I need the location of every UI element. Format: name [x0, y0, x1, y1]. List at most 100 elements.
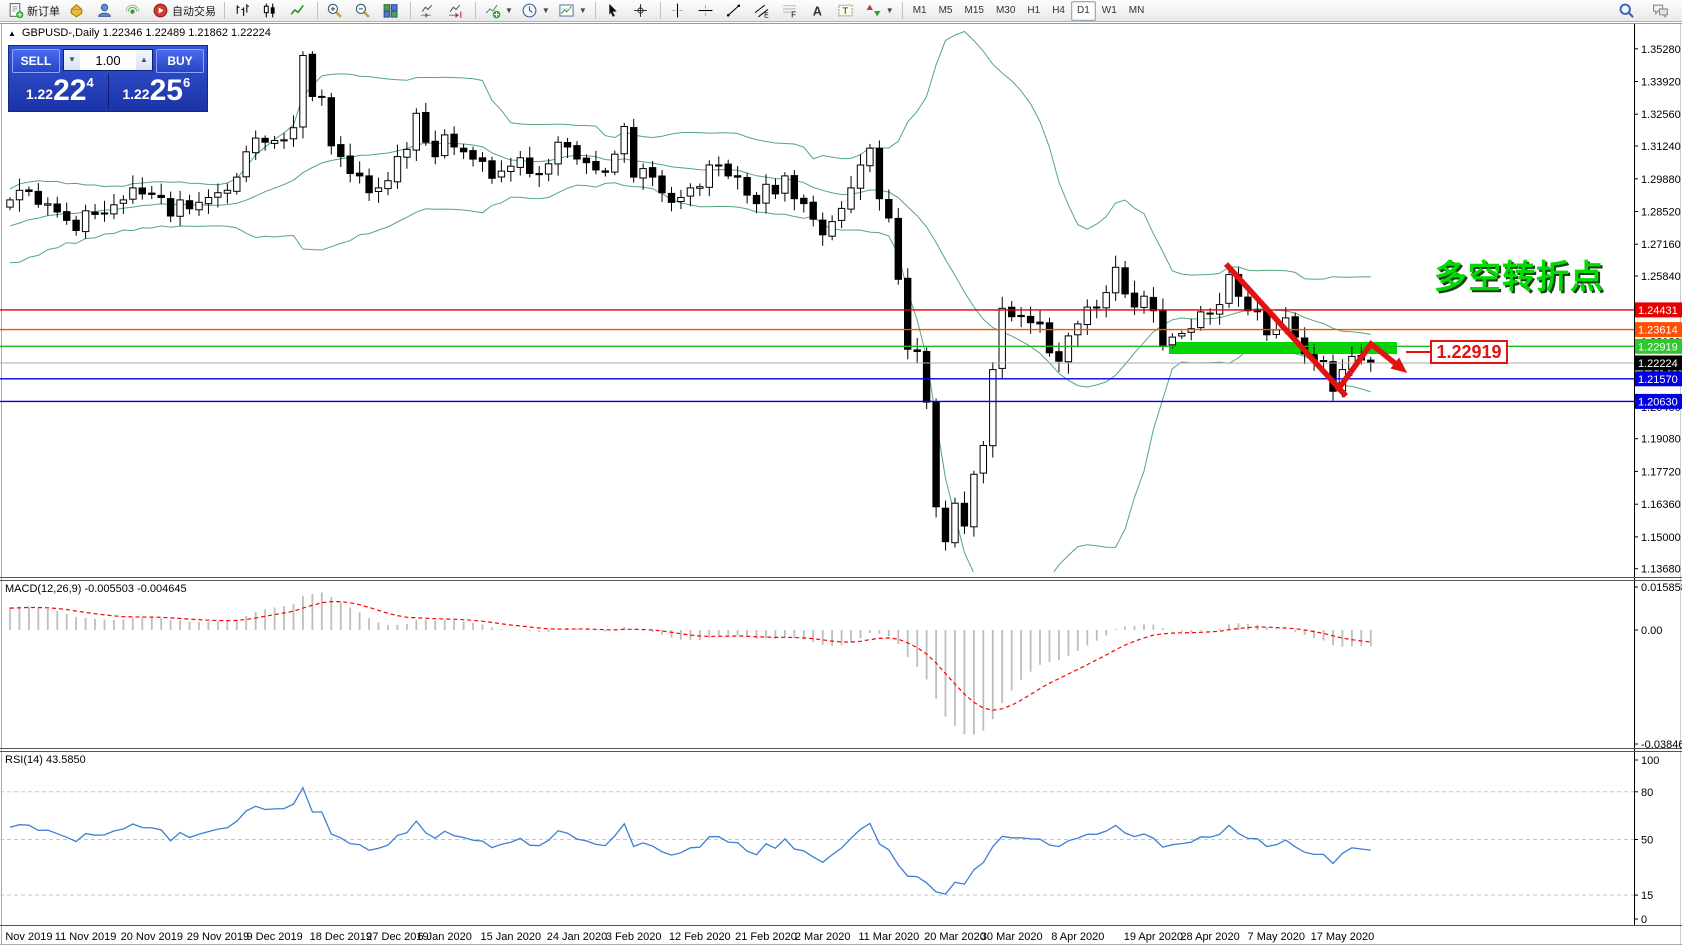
timeframe-d1-button[interactable]: D1 — [1071, 0, 1096, 21]
indicators-add-button[interactable]: ▼ — [480, 0, 517, 22]
deposit-button[interactable] — [64, 0, 92, 22]
search-button[interactable] — [1614, 0, 1642, 22]
one-click-trading-panel: SELL ▼ ▲ BUY 1.22 22 4 1.22 25 6 — [8, 45, 208, 112]
signal-icon — [124, 2, 141, 19]
symbol-collapse-icon[interactable]: ▲ — [8, 29, 16, 38]
svg-text:1.27160: 1.27160 — [1641, 239, 1681, 251]
toolbar-separator — [659, 2, 661, 19]
price-chart-svg[interactable]: 1.35280 1.33920 1.32560 1.31240 1.29880 1.285… — [0, 0, 1682, 945]
svg-text:Nov 2019: Nov 2019 — [5, 931, 52, 943]
svg-text:1.20630: 1.20630 — [1638, 396, 1678, 408]
svg-text:30 Mar 2020: 30 Mar 2020 — [981, 931, 1043, 943]
chat-icon — [1652, 2, 1669, 19]
horizontal-line-icon — [697, 2, 714, 19]
tile-windows-button[interactable] — [378, 0, 406, 22]
cursor-button[interactable] — [600, 0, 628, 22]
new-order-label: 新订单 — [27, 5, 60, 18]
chart-ohlc-header: ▲ GBPUSD-,Daily 1.22346 1.22489 1.21862 … — [8, 27, 271, 39]
svg-text:1.21570: 1.21570 — [1638, 374, 1678, 386]
main-toolbar: 新订单 自动交易 ▼ ▼ ▼ E F A T ▼ M1 M5 M15 M30 H1 H4 D1 W1 MN — [0, 0, 1682, 22]
volume-decrease-button[interactable]: ▼ — [64, 50, 80, 70]
deposit-icon — [68, 2, 85, 19]
timeframe-m15-button[interactable]: M15 — [959, 1, 990, 21]
periods-button[interactable]: ▼ — [517, 0, 554, 22]
svg-text:1.31240: 1.31240 — [1641, 141, 1681, 153]
chart-candles-button[interactable] — [257, 0, 285, 22]
crosshair-icon — [632, 2, 649, 19]
auto-scroll-button[interactable] — [415, 0, 443, 22]
tile-windows-icon — [382, 2, 399, 19]
sell-price-small: 1.22 — [25, 86, 54, 102]
zoom-in-icon — [326, 2, 343, 19]
new-order-button[interactable]: 新订单 — [3, 0, 64, 22]
sell-price-big: 22 — [53, 74, 87, 107]
chevron-down-icon[interactable]: ▼ — [579, 6, 587, 15]
volume-control: ▼ ▲ — [63, 49, 153, 71]
svg-text:1.22224: 1.22224 — [1638, 358, 1678, 370]
auto-scroll-icon — [419, 2, 436, 19]
periods-icon — [521, 2, 538, 19]
new-order-icon — [7, 2, 24, 19]
volume-input[interactable] — [80, 50, 136, 70]
svg-text:1.35280: 1.35280 — [1641, 44, 1681, 56]
svg-text:E: E — [764, 12, 769, 19]
toolbar-separator — [901, 2, 903, 19]
autotrade-button[interactable]: 自动交易 — [148, 0, 220, 22]
cursor-icon — [604, 2, 621, 19]
text-label-button[interactable]: T — [833, 0, 861, 22]
toolbar-separator — [224, 2, 225, 19]
svg-text:21 Feb 2020: 21 Feb 2020 — [735, 931, 797, 943]
svg-text:1.15000: 1.15000 — [1641, 532, 1681, 544]
chat-button[interactable] — [1648, 0, 1676, 22]
volume-increase-button[interactable]: ▲ — [136, 50, 152, 70]
timeframe-mn-button[interactable]: MN — [1123, 1, 1151, 21]
timeframe-m30-button[interactable]: M30 — [990, 1, 1021, 21]
chevron-down-icon[interactable]: ▼ — [542, 6, 550, 15]
svg-text:1.33920: 1.33920 — [1641, 77, 1681, 89]
chevron-down-icon[interactable]: ▼ — [505, 6, 513, 15]
price-callout-box: 1.22919 — [1430, 340, 1508, 364]
vertical-line-button[interactable] — [665, 0, 693, 22]
svg-text:20 Mar 2020: 20 Mar 2020 — [924, 931, 986, 943]
chart-shift-button[interactable] — [443, 0, 471, 22]
timeframe-h4-button[interactable]: H4 — [1046, 1, 1071, 21]
signal-button[interactable] — [120, 0, 148, 22]
shapes-button[interactable]: ▼ — [861, 0, 898, 22]
chart-line-button[interactable] — [285, 0, 313, 22]
crosshair-button[interactable] — [628, 0, 656, 22]
toolbar-separator — [594, 2, 596, 19]
text-button[interactable]: A — [805, 0, 833, 22]
community-button[interactable] — [92, 0, 120, 22]
svg-text:15: 15 — [1641, 890, 1653, 902]
sell-price[interactable]: 1.22 22 4 — [12, 74, 108, 108]
fibonacci-button[interactable]: F — [777, 0, 805, 22]
chart-bars-button[interactable] — [229, 0, 257, 22]
svg-text:1.17720: 1.17720 — [1641, 466, 1681, 478]
zoom-in-button[interactable] — [322, 0, 350, 22]
text-icon: A — [809, 2, 826, 19]
sell-price-sup: 4 — [86, 75, 94, 90]
zoom-out-icon — [354, 2, 371, 19]
buy-button[interactable]: BUY — [156, 49, 204, 73]
horizontal-line-button[interactable] — [693, 0, 721, 22]
svg-text:24 Jan 2020: 24 Jan 2020 — [547, 931, 608, 943]
channel-button[interactable]: E — [749, 0, 777, 22]
symbol-ohlc-text: GBPUSD-,Daily 1.22346 1.22489 1.21862 1.… — [21, 27, 271, 39]
trendline-button[interactable] — [721, 0, 749, 22]
zoom-out-button[interactable] — [350, 0, 378, 22]
timeframe-m5-button[interactable]: M5 — [933, 1, 959, 21]
svg-text:20 Nov 2019: 20 Nov 2019 — [121, 931, 183, 943]
buy-price-big: 25 — [149, 74, 183, 107]
svg-text:19 Apr 2020: 19 Apr 2020 — [1124, 931, 1183, 943]
svg-text:2 Mar 2020: 2 Mar 2020 — [795, 931, 851, 943]
sell-button[interactable]: SELL — [12, 49, 60, 73]
channel-icon: E — [753, 2, 770, 19]
buy-price[interactable]: 1.22 25 6 — [107, 74, 205, 108]
timeframe-w1-button[interactable]: W1 — [1096, 1, 1123, 21]
svg-text:1.22919: 1.22919 — [1638, 341, 1678, 353]
chevron-down-icon[interactable]: ▼ — [886, 6, 894, 15]
timeframe-h1-button[interactable]: H1 — [1021, 1, 1046, 21]
templates-button[interactable]: ▼ — [554, 0, 591, 22]
vertical-line-icon — [669, 2, 686, 19]
timeframe-m1-button[interactable]: M1 — [907, 1, 933, 21]
